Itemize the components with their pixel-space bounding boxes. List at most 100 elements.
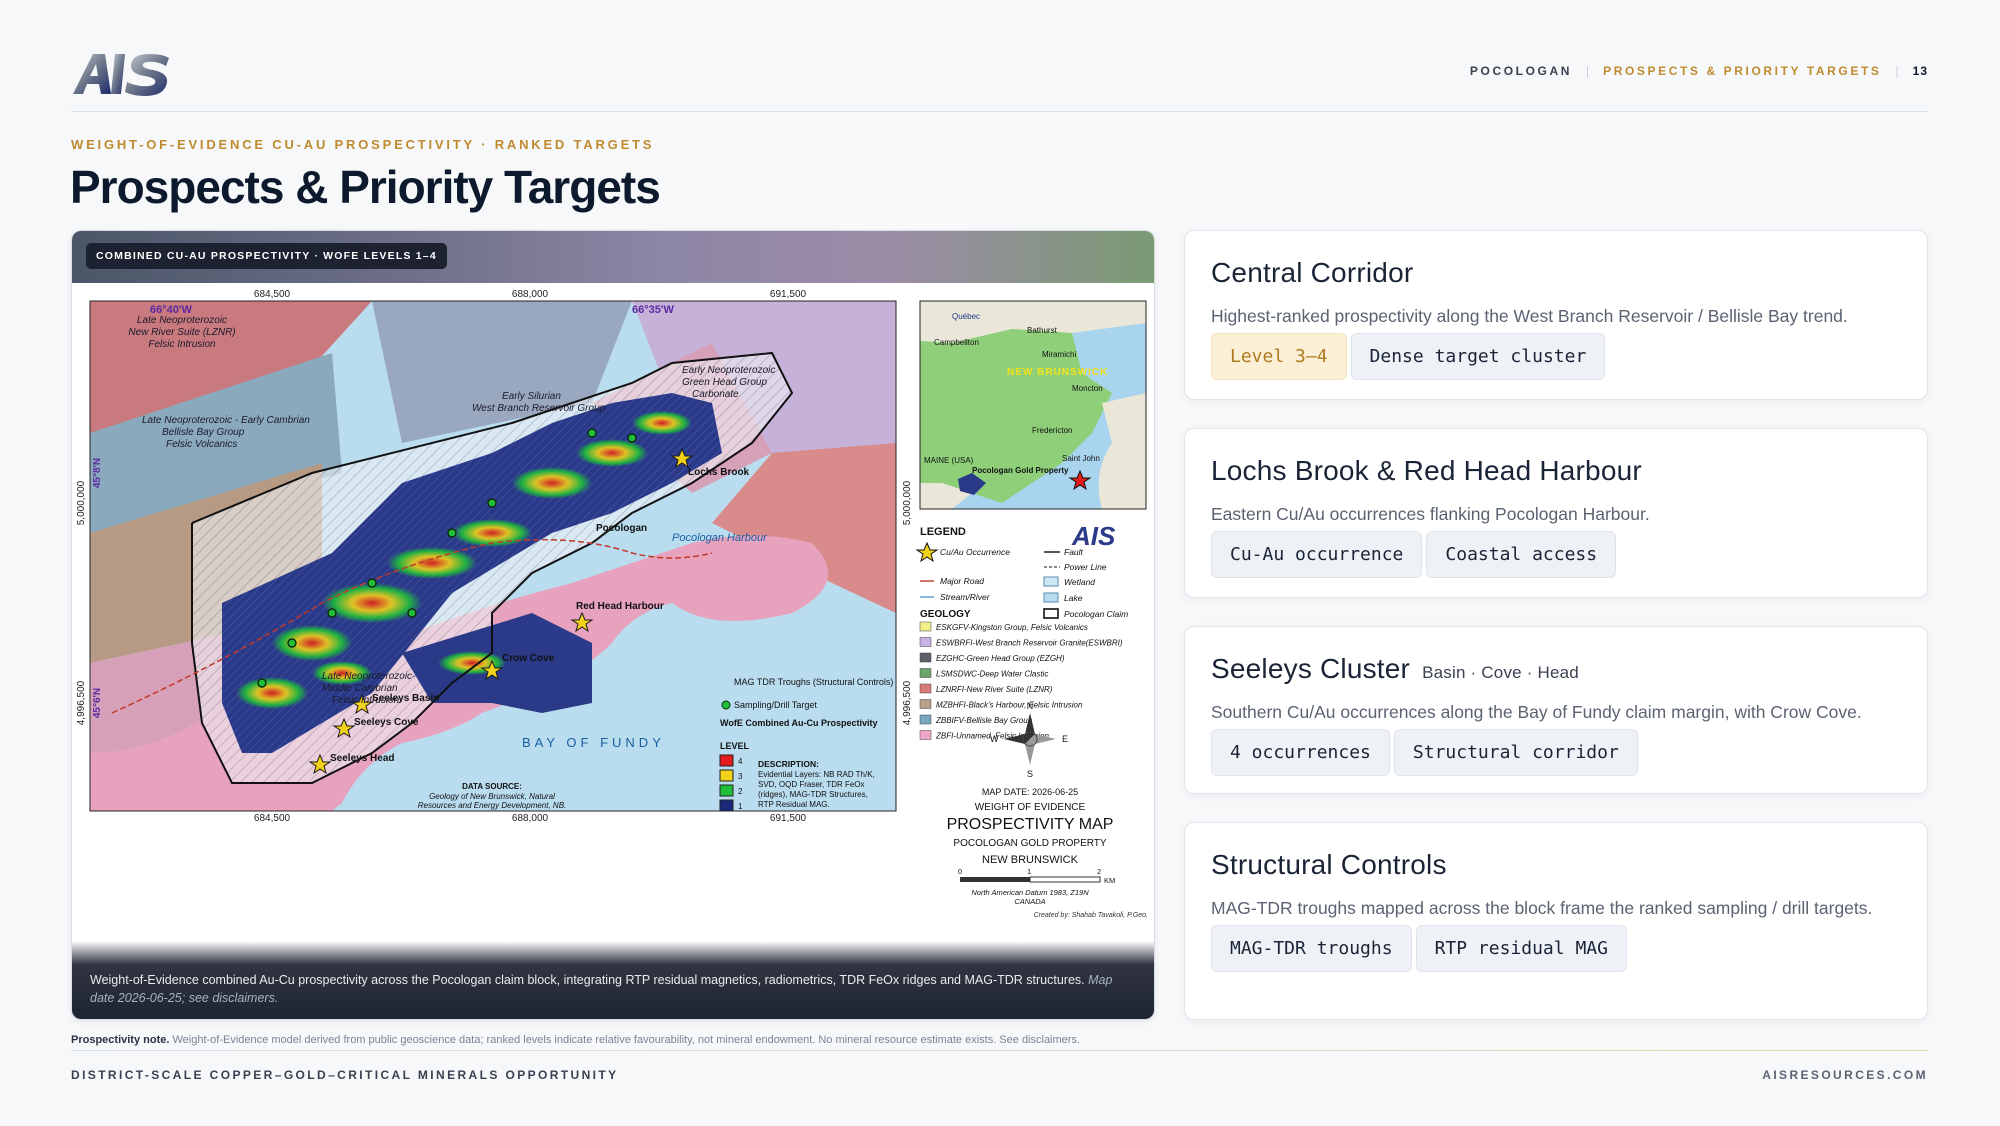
map-caption: Weight-of-Evidence combined Au-Cu prospe… [72,941,1154,1019]
breadcrumb-separator: | [1586,64,1590,78]
tag-chip[interactable]: Structural corridor [1393,729,1638,776]
place-label-lochs-brook: Lochs Brook [688,467,750,478]
level-swatch [719,784,734,797]
place-label-crow-cove: Crow Cove [502,653,555,664]
inset-label: Fredericton [1032,426,1072,435]
place-label-pocologan: Pocologan [596,523,647,534]
svg-text:Carbonate: Carbonate [692,389,739,400]
footer-website-link[interactable]: AISRESOURCES.COM [1762,1068,1928,1082]
place-label-red-head: Red Head Harbour [576,601,664,612]
svg-text:N: N [1027,701,1034,711]
x-tick-label: 691,500 [770,289,807,300]
inset-label: Bathurst [1027,326,1058,335]
level-swatch [719,799,734,811]
page-title: Prospects & Priority Targets [70,161,661,213]
inset-label: Campbellton [934,338,979,347]
level-swatch [719,769,734,782]
svg-text:W: W [990,734,999,744]
place-label-bay-of-fundy: BAY OF FUNDY [522,735,665,750]
geology-title: GEOLOGY [920,609,971,620]
data-source-title: DATA SOURCE: [462,782,522,791]
data-source-line: Geology of New Brunswick, Natural [429,792,555,801]
tag-chip[interactable]: 4 occurrences [1211,729,1390,776]
svg-text:Late Neoproterozoic - Early Ca: Late Neoproterozoic - Early Cambrian [142,415,310,426]
prospectivity-map-card: COMBINED CU-AU PROSPECTIVITY · WOFE LEVE… [71,230,1155,1020]
legend-symbol-label: Lake [1064,593,1083,603]
geology-label: LZNRFI-New River Suite (LZNR) [936,685,1053,694]
geology-swatch [919,652,932,663]
main-map: Late Neoproterozoic New River Suite (LZN… [90,301,896,811]
map-title-line4: NEW BRUNSWICK [982,854,1079,866]
target-card-central-corridor[interactable]: Central Corridor Highest-ranked prospect… [1184,230,1928,400]
card-description: Eastern Cu/Au occurrences flanking Pocol… [1211,504,1650,524]
lat-label: 45°8'N [92,458,103,488]
map-country: CANADA [1014,897,1045,906]
tag-chip[interactable]: Level 3–4 [1211,333,1347,380]
geology-swatch [919,699,932,709]
ais-logo: AIS [73,54,169,96]
card-tags: Cu-Au occurrence Coastal access [1211,531,1901,578]
legend-level-title: LEVEL [720,741,750,751]
x-tick-label: 688,000 [512,813,549,824]
prospectivity-map[interactable]: Late Neoproterozoic New River Suite (LZN… [72,283,1155,943]
tag-chip[interactable]: Dense target cluster [1350,333,1606,380]
card-title-text: Seeleys Cluster [1211,653,1411,684]
legend-troughs: MAG TDR Troughs (Structural Controls) [734,677,893,687]
eyebrow-label: WEIGHT-OF-EVIDENCE CU-AU PROSPECTIVITY ·… [71,137,655,152]
legend-symbol-label: Stream/River [940,592,991,602]
breadcrumb-current[interactable]: PROSPECTS & PRIORITY TARGETS [1603,64,1881,78]
level-swatch [719,754,734,767]
place-label-seeleys-basin: Seeleys Basin [372,693,439,704]
svg-text:Early Silurian: Early Silurian [502,391,561,402]
legend-symbol-label: Cu/Au Occurrence [940,547,1010,557]
legend-description-line: (ridges), MAG-TDR Structures, [758,790,868,799]
geology-swatch [919,730,932,740]
tag-chip[interactable]: Cu-Au occurrence [1211,531,1423,578]
footer-tagline: DISTRICT-SCALE COPPER–GOLD–CRITICAL MINE… [71,1068,619,1082]
inset-label: MAINE (USA) [924,456,974,465]
tag-chip[interactable]: MAG-TDR troughs [1211,925,1412,972]
svg-text:New River Suite (LZNR): New River Suite (LZNR) [128,327,235,338]
legend-symbol-label: Fault [1064,547,1084,557]
legend-symbol-label: Pocologan Claim [1064,609,1128,619]
legend-description-line: RTP Residual MAG. [758,800,830,809]
inset-label: Moncton [1072,384,1103,393]
target-card-seeleys-cluster[interactable]: Seeleys Cluster Basin · Cove · Head Sout… [1184,626,1928,794]
inset-label: NEW BRUNSWICK [1007,367,1108,378]
tag-chip[interactable]: RTP residual MAG [1415,925,1627,972]
place-label-seeleys-head: Seeleys Head [330,753,395,764]
place-label-pocologan-harbour: Pocologan Harbour [672,532,768,544]
unit-label-lznrfi: Late Neoproterozoic [137,315,227,326]
geology-swatch [919,621,932,632]
tag-chip[interactable]: Coastal access [1426,531,1617,578]
map-date: MAP DATE: 2026-06-25 [982,787,1078,797]
scale-label: KM [1104,876,1115,885]
geology-swatch [919,637,932,647]
svg-text:E: E [1062,734,1068,744]
target-card-structural-controls[interactable]: Structural Controls MAG-TDR troughs mapp… [1184,822,1928,1020]
card-title: Structural Controls [1211,849,1447,880]
breadcrumb-separator: | [1895,64,1899,78]
legend-title: LEGEND [920,526,966,538]
note-label: Prospectivity note. [71,1034,170,1046]
card-title: Seeleys Cluster Basin · Cove · Head [1211,653,1901,685]
map-title-line3: POCOLOGAN GOLD PROPERTY [953,838,1107,849]
geology-label: ZBBIFV-Bellisle Bay Group [935,716,1033,725]
map-caption-text: Weight-of-Evidence combined Au-Cu prospe… [90,973,1085,987]
scale-label: 0 [958,867,962,876]
card-description: Southern Cu/Au occurrences along the Bay… [1211,702,1862,722]
note-text: Weight-of-Evidence model derived from pu… [172,1034,1081,1046]
geology-swatch [919,683,932,694]
level-label: 2 [738,787,743,796]
map-credit: Created by: Shahab Tavakoli, P.Geo. [1034,912,1148,919]
card-description: Highest-ranked prospectivity along the W… [1211,306,1848,326]
card-description: MAG-TDR troughs mapped across the block … [1211,898,1873,918]
place-label-seeleys-cove: Seeleys Cove [354,717,419,728]
map-title-line1: WEIGHT OF EVIDENCE [975,802,1086,813]
target-card-lochs-brook[interactable]: Lochs Brook & Red Head Harbour Eastern C… [1184,428,1928,598]
inset-map: Québec NEW BRUNSWICK Bathurst Campbellto… [919,300,1147,510]
breadcrumb-pocologan[interactable]: POCOLOGAN [1470,64,1572,78]
data-source-line: Resources and Energy Development, NB. [418,801,567,810]
scale-label: 1 [1027,867,1031,876]
legend-description-line: SVD, OQD Fraser, TDR FeOx [758,780,865,789]
